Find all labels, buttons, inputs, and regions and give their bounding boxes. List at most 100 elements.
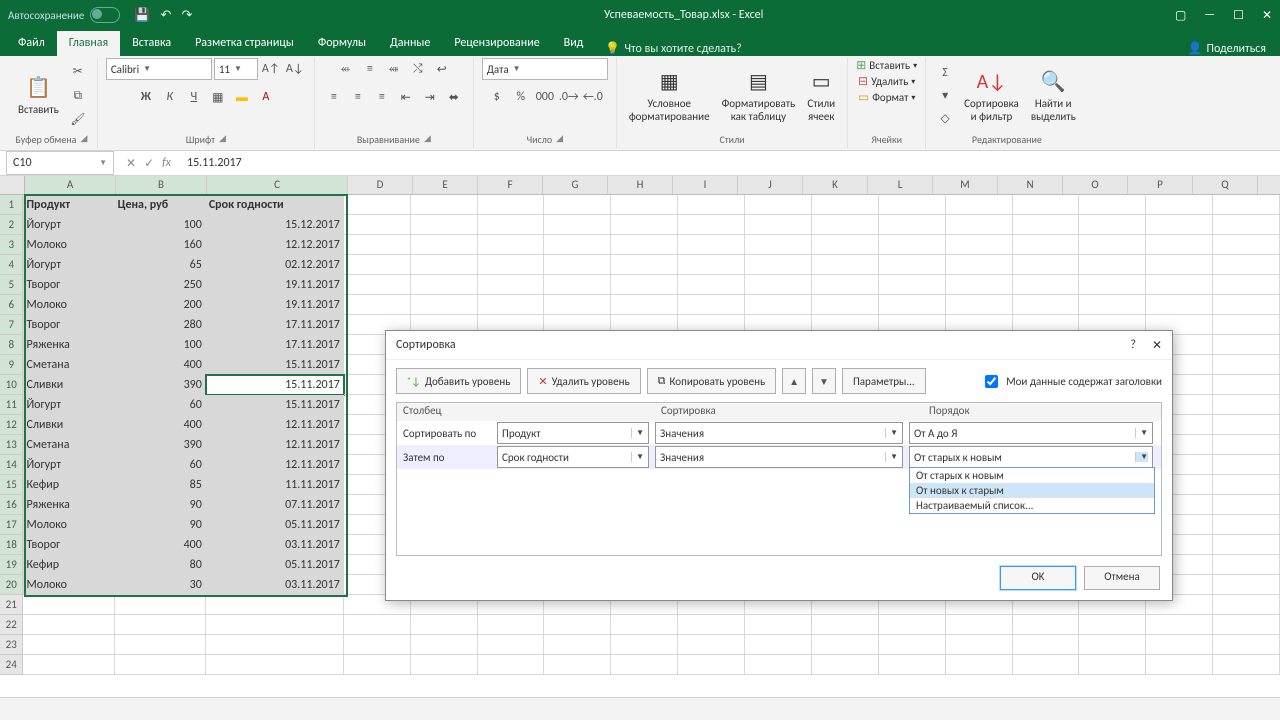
cell[interactable] xyxy=(344,275,411,295)
column-select[interactable]: Срок годности▼ xyxy=(497,446,649,468)
indent-inc-icon[interactable]: ⇥ xyxy=(419,86,441,108)
cell[interactable] xyxy=(1146,275,1213,295)
cell[interactable] xyxy=(1213,295,1280,315)
cell[interactable] xyxy=(812,615,879,635)
cell[interactable]: 80 xyxy=(115,555,206,575)
cell[interactable] xyxy=(812,295,879,315)
cell-styles-button[interactable]: ▭Стили ячеек xyxy=(803,66,839,124)
cell[interactable] xyxy=(745,235,812,255)
cell[interactable] xyxy=(1213,635,1280,655)
cell[interactable] xyxy=(678,195,745,215)
cell[interactable] xyxy=(23,635,114,655)
cell[interactable]: 12.11.2017 xyxy=(206,435,344,455)
cell[interactable]: Молоко xyxy=(23,295,114,315)
cell[interactable] xyxy=(344,635,411,655)
cell[interactable] xyxy=(678,235,745,255)
row-header[interactable]: 18 xyxy=(0,535,23,555)
tab-home[interactable]: Главная xyxy=(57,31,120,56)
cell[interactable] xyxy=(1146,255,1213,275)
column-header[interactable]: D xyxy=(348,176,413,194)
cell[interactable] xyxy=(1213,195,1280,215)
cell[interactable] xyxy=(946,295,1013,315)
cell[interactable] xyxy=(1213,655,1280,675)
cell[interactable] xyxy=(611,235,678,255)
paste-button[interactable]: 📋Вставить xyxy=(14,72,63,118)
cell[interactable]: Йогурт xyxy=(23,395,114,415)
row-header[interactable]: 24 xyxy=(0,655,23,675)
cell[interactable] xyxy=(946,215,1013,235)
cell[interactable]: Сметана xyxy=(23,435,114,455)
row-header[interactable]: 19 xyxy=(0,555,23,575)
row-header[interactable]: 22 xyxy=(0,615,23,635)
help-icon[interactable]: ? xyxy=(1130,338,1136,353)
cell[interactable] xyxy=(611,615,678,635)
cell[interactable] xyxy=(544,295,611,315)
cell[interactable]: 12.12.2017 xyxy=(206,235,344,255)
row-header[interactable]: 23 xyxy=(0,635,23,655)
order-select[interactable]: От А до Я▼ xyxy=(909,422,1153,444)
minimize-icon[interactable]: — xyxy=(1204,8,1215,23)
column-header[interactable]: Q xyxy=(1193,176,1258,194)
cell[interactable]: 390 xyxy=(115,435,206,455)
cell[interactable] xyxy=(1213,215,1280,235)
row-header[interactable]: 20 xyxy=(0,575,23,595)
cell[interactable]: 90 xyxy=(115,515,206,535)
cell[interactable]: 400 xyxy=(115,415,206,435)
sort-on-select[interactable]: Значения▼ xyxy=(655,422,903,444)
cell[interactable]: 100 xyxy=(115,335,206,355)
cell[interactable] xyxy=(411,635,478,655)
cell[interactable] xyxy=(1213,255,1280,275)
cell[interactable] xyxy=(478,615,545,635)
cell[interactable] xyxy=(344,215,411,235)
wrap-text-icon[interactable]: ↩ xyxy=(431,58,453,80)
cell[interactable] xyxy=(344,295,411,315)
cell[interactable] xyxy=(879,215,946,235)
row-header[interactable]: 4 xyxy=(0,255,23,275)
cell[interactable] xyxy=(1079,255,1146,275)
align-top-icon[interactable]: ⬴ xyxy=(335,58,357,80)
cell[interactable]: Йогурт xyxy=(23,255,114,275)
delete-button[interactable]: Удалить xyxy=(871,75,908,88)
cell[interactable]: 17.11.2017 xyxy=(206,315,344,335)
cell[interactable] xyxy=(745,255,812,275)
cell[interactable] xyxy=(411,255,478,275)
column-header[interactable]: O xyxy=(1063,176,1128,194)
cell[interactable]: 65 xyxy=(115,255,206,275)
cell[interactable] xyxy=(611,655,678,675)
cell[interactable]: Кефир xyxy=(23,555,114,575)
sort-on-select[interactable]: Значения▼ xyxy=(655,446,903,468)
align-right-icon[interactable]: ≡ xyxy=(371,86,393,108)
column-header[interactable]: H xyxy=(608,176,673,194)
cell[interactable] xyxy=(344,255,411,275)
move-up-button[interactable]: ▲ xyxy=(782,368,806,394)
grow-font-icon[interactable]: A↑ xyxy=(260,58,282,80)
italic-icon[interactable]: К xyxy=(159,86,181,108)
cell[interactable] xyxy=(478,215,545,235)
cell[interactable] xyxy=(1213,335,1280,355)
row-header[interactable]: 5 xyxy=(0,275,23,295)
column-header[interactable]: B xyxy=(116,176,207,194)
cell[interactable] xyxy=(1213,355,1280,375)
cell[interactable] xyxy=(206,635,344,655)
cond-format-button[interactable]: ▦Условное форматирование xyxy=(625,66,714,124)
cell[interactable] xyxy=(23,615,114,635)
row-header[interactable]: 6 xyxy=(0,295,23,315)
cell[interactable] xyxy=(1013,295,1080,315)
cell[interactable] xyxy=(411,615,478,635)
align-middle-icon[interactable]: ≡ xyxy=(359,58,381,80)
cell[interactable] xyxy=(812,215,879,235)
cell[interactable] xyxy=(411,295,478,315)
fx-icon[interactable]: fx xyxy=(162,156,171,170)
indent-dec-icon[interactable]: ⇤ xyxy=(395,86,417,108)
cell[interactable]: 390 xyxy=(115,375,206,395)
sheet-tab-bar[interactable] xyxy=(0,697,1280,720)
cell[interactable] xyxy=(611,635,678,655)
cell[interactable] xyxy=(879,275,946,295)
autosum-icon[interactable]: Σ xyxy=(934,62,956,84)
cell[interactable]: 60 xyxy=(115,455,206,475)
cell[interactable]: 19.11.2017 xyxy=(206,295,344,315)
cell[interactable] xyxy=(879,615,946,635)
cell[interactable] xyxy=(611,195,678,215)
redo-icon[interactable]: ↷ xyxy=(181,8,192,23)
cut-icon[interactable]: ✂ xyxy=(67,61,89,83)
